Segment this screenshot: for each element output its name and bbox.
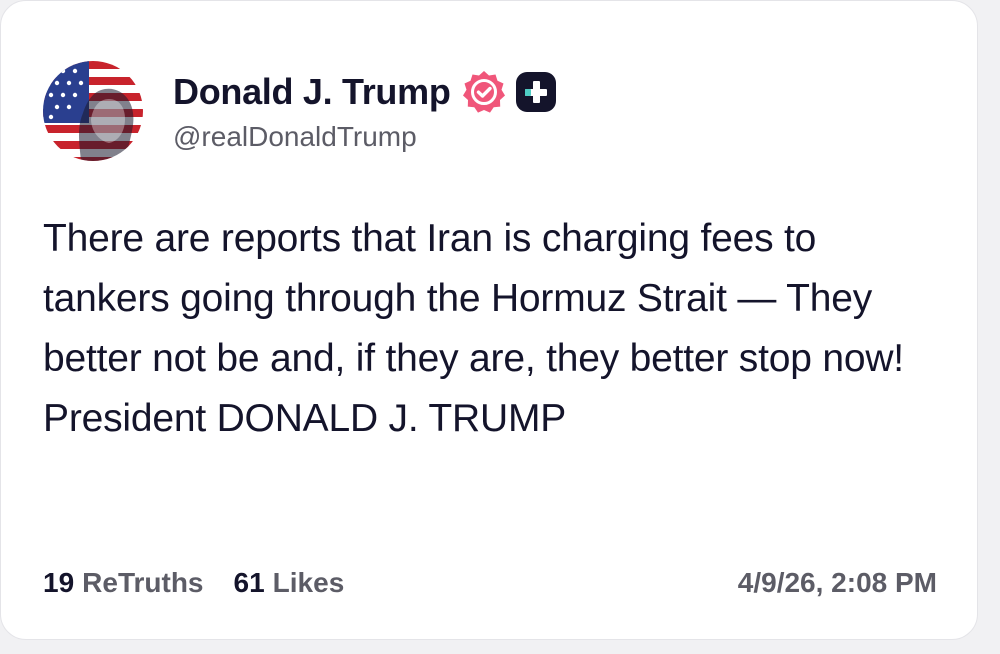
retruths-stat[interactable]: 19 ReTruths	[43, 567, 204, 599]
post-timestamp[interactable]: 4/9/26, 2:08 PM	[738, 563, 937, 603]
retruths-label: ReTruths	[82, 567, 204, 598]
post-card: Donald J. Trump @realDonaldTrump There a…	[0, 0, 978, 640]
likes-label: Likes	[272, 567, 345, 598]
author-handle[interactable]: @realDonaldTrump	[173, 121, 417, 153]
post-stats: 19 ReTruths 61 Likes	[43, 563, 374, 603]
retruths-count: 19	[43, 567, 75, 598]
verified-badge-icon	[462, 71, 505, 113]
avatar[interactable]	[43, 61, 143, 161]
likes-count: 61	[233, 567, 265, 598]
plus-badge-icon	[515, 72, 556, 112]
author-display-name[interactable]: Donald J. Trump	[173, 71, 451, 113]
post-text: There are reports that Iran is charging …	[43, 217, 904, 440]
likes-stat[interactable]: 61 Likes	[234, 567, 345, 599]
author-name-row: Donald J. Trump	[173, 69, 557, 115]
flag-portrait-avatar-icon	[43, 61, 143, 161]
